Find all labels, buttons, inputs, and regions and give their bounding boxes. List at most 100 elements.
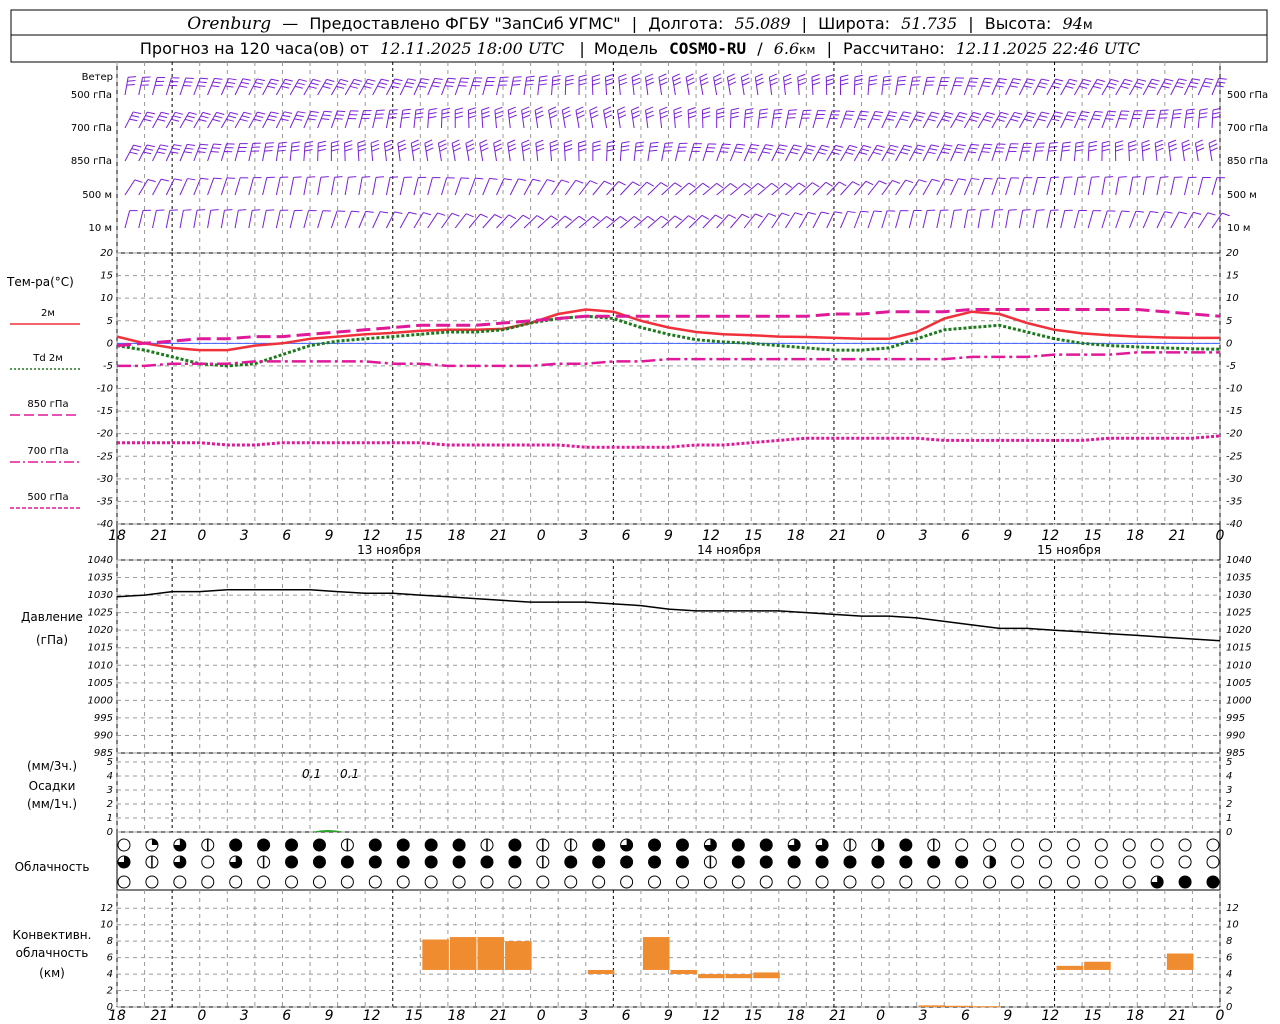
wind-barb — [743, 108, 754, 129]
day-label-1: 14 ноября — [697, 543, 761, 557]
wind-barb — [1128, 140, 1137, 162]
wind-barb-feather — [1178, 211, 1187, 215]
cloud-fill-full — [425, 839, 438, 851]
wind-barb-feather — [197, 151, 206, 154]
wind-barb-feather — [1083, 78, 1092, 82]
wind-barb-feather — [714, 81, 723, 86]
cloud-circle — [1206, 838, 1220, 852]
wind-barb — [410, 139, 420, 162]
cloud-cell — [368, 855, 382, 869]
cloud-cell — [787, 838, 801, 852]
wind-barb-feather — [186, 115, 195, 119]
wind-barb — [1208, 139, 1218, 162]
wind-barb-feather — [774, 108, 783, 111]
wind-barb-feather — [282, 82, 291, 86]
wind-barb-feather — [728, 214, 737, 219]
wind-barb-feather — [494, 143, 502, 148]
cloud-cell — [368, 875, 382, 889]
wind-barb-feather — [869, 75, 878, 78]
wind-barb-feather — [338, 82, 347, 86]
cloud-circle — [452, 875, 466, 889]
wind-barb-feather — [1168, 139, 1177, 144]
wind-barb-staff — [370, 143, 374, 162]
conv-ytick-right: 6 — [1226, 953, 1232, 964]
wind-barb — [454, 77, 470, 96]
wind-barb-feather — [1066, 114, 1075, 118]
wind-barb — [357, 140, 367, 162]
wind-barb-feather — [412, 147, 420, 152]
wind-barb-staff — [454, 213, 467, 229]
wind-barb-staff — [606, 142, 608, 162]
wind-barb-staff — [1087, 177, 1092, 196]
wind-barb-feather — [618, 73, 627, 78]
cloud-circle — [927, 875, 941, 889]
cloud-fill-full — [620, 856, 633, 868]
wind-barb-feather — [1115, 140, 1124, 144]
temp-ytick-right: 20 — [1226, 248, 1239, 259]
wind-barb — [537, 75, 548, 96]
wind-barb-feather — [1138, 78, 1147, 82]
wind-barb-feather — [380, 211, 389, 214]
wind-barb-feather — [394, 211, 403, 214]
wind-barb-feather — [145, 148, 154, 151]
conv-ytick-right: 8 — [1226, 936, 1232, 947]
wind-barb-feather — [604, 180, 612, 185]
wind-barb-feather — [744, 116, 753, 119]
cloud-cell — [983, 875, 997, 889]
wind-level-left-4: 10 м — [89, 223, 112, 234]
wind-barb-feather — [549, 139, 558, 144]
wind-barb-feather — [1088, 148, 1097, 152]
wind-barb-feather — [267, 85, 276, 89]
wind-barb — [437, 139, 448, 162]
wind-barb — [713, 73, 723, 96]
wind-barb-staff — [330, 110, 338, 129]
cloud-cell — [1150, 855, 1164, 869]
wind-barb-staff — [1073, 143, 1077, 162]
wind-barb-feather — [552, 75, 561, 78]
wind-barb — [1032, 142, 1045, 162]
wind-barb-feather — [1091, 118, 1100, 121]
wind-barb — [840, 210, 856, 229]
wind-barb-staff — [1087, 142, 1090, 162]
wind-barb-feather — [1186, 112, 1195, 115]
wind-barb — [399, 211, 417, 229]
cloud-cell — [1206, 855, 1220, 869]
wind-barb-feather — [885, 118, 894, 121]
wind-barb-staff — [385, 177, 391, 196]
wind-barb-feather — [1176, 81, 1185, 85]
wind-barb-feather — [1146, 176, 1155, 178]
cloud-fill-full — [676, 839, 689, 851]
wind-barb-staff — [1060, 210, 1066, 229]
wind-barb-feather — [291, 145, 300, 148]
wind-barb-staff — [303, 143, 306, 162]
wind-barb-staff — [1046, 177, 1052, 196]
wind-barb — [618, 73, 628, 96]
cloud-circle — [145, 875, 159, 889]
wind-barb-staff — [826, 110, 833, 129]
wind-barb-feather — [578, 215, 586, 222]
wind-barb-feather — [503, 178, 512, 181]
day-label-2: 15 ноября — [1037, 543, 1101, 557]
wind-barb — [523, 75, 535, 96]
wind-barb-feather — [1115, 144, 1124, 148]
precipitation-plot — [313, 830, 343, 833]
wind-barb-staff — [482, 77, 488, 96]
cloud-fill-full — [564, 856, 577, 868]
wind-barb — [881, 111, 898, 129]
wind-barb-feather — [1088, 144, 1097, 148]
wind-barb — [454, 107, 464, 129]
wind-barb-staff — [661, 143, 666, 162]
header-line-1: Orenburg — Предоставлено ФГБУ "ЗапСиб УГ… — [187, 14, 1092, 34]
wind-barb — [1114, 140, 1124, 162]
wind-barb-feather — [817, 151, 826, 155]
wind-barb-feather — [716, 107, 725, 111]
wind-barb — [729, 107, 740, 129]
cloud-cell — [787, 855, 801, 869]
wind-barb — [523, 178, 541, 196]
wind-barb-feather — [512, 80, 521, 82]
wind-barb-feather — [326, 78, 335, 82]
wind-barb-feather — [265, 146, 274, 148]
wind-barb — [468, 177, 484, 196]
wind-barb-feather — [1067, 82, 1076, 86]
wind-barb-feather — [1077, 176, 1086, 178]
